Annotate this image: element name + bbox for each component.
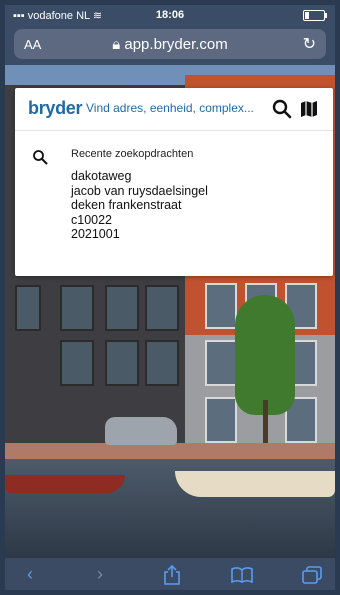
url-text: app.bryder.com — [124, 36, 228, 53]
bryder-logo[interactable]: bryder — [28, 98, 83, 119]
window — [60, 340, 94, 386]
window — [15, 285, 41, 331]
reload-icon[interactable]: ↻ — [303, 34, 316, 54]
battery-icon — [303, 10, 327, 21]
window — [60, 285, 94, 331]
recent-search-item[interactable]: dakotaweg — [71, 169, 208, 184]
tabs-icon[interactable] — [302, 566, 322, 584]
window — [205, 340, 237, 386]
lock-icon: 🔒︎ — [112, 36, 121, 53]
white-boat — [175, 471, 335, 497]
search-panel: bryder Vind adres, eenheid, complex... R… — [15, 88, 333, 276]
bookmarks-icon[interactable] — [231, 567, 253, 583]
search-icon[interactable] — [271, 98, 293, 120]
address-bar[interactable]: AA 🔒︎ app.bryder.com ↻ — [14, 29, 326, 59]
window — [145, 285, 179, 331]
search-input[interactable]: Vind adres, eenheid, complex... — [86, 101, 274, 115]
window — [105, 285, 139, 331]
red-boat — [5, 475, 125, 493]
forward-icon[interactable]: › — [97, 564, 103, 585]
recent-search-item[interactable]: 2021001 — [71, 227, 208, 242]
recent-search-item[interactable]: jacob van ruysdaelsingel — [71, 184, 208, 199]
phone-screen: ▪▪▪ vodafone NL ≋ 18:06 AA 🔒︎ app.bryder… — [5, 5, 335, 590]
recent-search-item[interactable]: c10022 — [71, 213, 208, 228]
recent-search-item[interactable]: deken frankenstraat — [71, 198, 208, 213]
status-bar: ▪▪▪ vodafone NL ≋ 18:06 — [5, 5, 335, 25]
window — [105, 340, 139, 386]
search-icon — [33, 150, 48, 165]
recent-searches-title: Recente zoekopdrachten — [71, 148, 194, 160]
car — [105, 417, 177, 445]
share-icon[interactable] — [163, 565, 181, 585]
url-display[interactable]: 🔒︎ app.bryder.com — [14, 36, 326, 53]
browser-toolbar: ‹ › — [5, 558, 335, 590]
window — [205, 397, 237, 443]
clock: 18:06 — [155, 9, 185, 21]
search-header: bryder Vind adres, eenheid, complex... — [15, 88, 333, 131]
back-icon[interactable]: ‹ — [27, 564, 33, 585]
quay — [5, 443, 335, 459]
map-icon[interactable] — [300, 100, 318, 118]
window — [205, 283, 237, 329]
window — [145, 340, 179, 386]
tree — [235, 295, 295, 415]
recent-searches-list: dakotaweg jacob van ruysdaelsingel deken… — [71, 169, 208, 242]
